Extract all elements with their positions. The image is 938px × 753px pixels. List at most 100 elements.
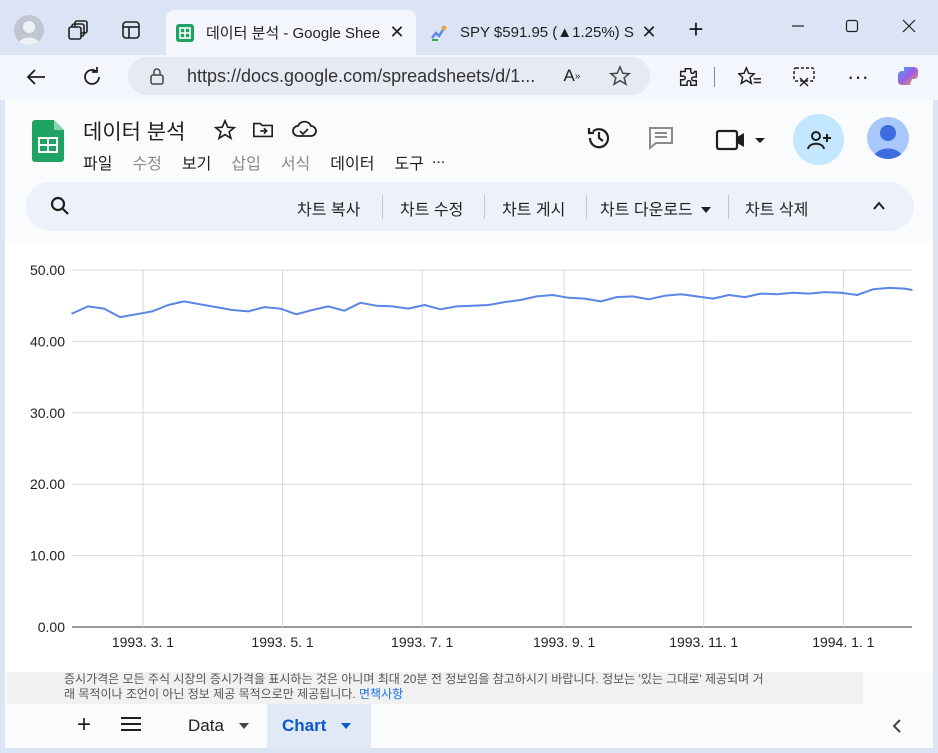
x-tick-label: 1993. 3. 1 — [112, 634, 174, 650]
tab-title: 데이터 분석 - Google Shee — [206, 25, 381, 42]
favorite-star-icon[interactable] — [608, 65, 632, 87]
favorites-icon[interactable] — [736, 63, 764, 91]
star-icon[interactable] — [213, 118, 237, 141]
x-tick-label: 1993. 11. 1 — [669, 634, 738, 650]
extensions-icon[interactable] — [674, 63, 702, 91]
data-point — [87, 305, 89, 308]
data-point — [199, 303, 201, 306]
data-point — [183, 300, 185, 303]
sheets-logo-icon[interactable] — [32, 120, 64, 162]
publish-chart-button[interactable]: 차트 게시 — [502, 196, 565, 220]
dropdown-arrow-icon — [238, 723, 249, 729]
document-title[interactable]: 데이터 분석 — [83, 116, 185, 146]
collapse-chevron-icon[interactable] — [871, 198, 891, 216]
all-sheets-icon[interactable] — [121, 716, 143, 736]
menu-edit[interactable]: 수정 — [132, 150, 161, 174]
add-sheet-icon[interactable]: + — [71, 712, 97, 738]
sheet-tab-chart[interactable]: Chart — [267, 704, 371, 748]
copilot-icon[interactable] — [894, 63, 924, 91]
sheet-tab-label: Data — [188, 716, 224, 735]
read-aloud-icon[interactable]: A» — [560, 65, 584, 87]
new-tab-icon[interactable]: + — [682, 14, 710, 44]
back-icon[interactable] — [20, 61, 52, 93]
close-icon[interactable]: ✕ — [640, 22, 658, 43]
tab-spy[interactable]: SPY $591.95 (▲1.25%) SPD ✕ — [420, 10, 668, 55]
data-point — [680, 293, 682, 296]
toolbar-divider — [382, 195, 383, 219]
data-point — [263, 306, 266, 308]
search-icon[interactable] — [50, 196, 72, 218]
data-point — [872, 288, 874, 291]
add-person-icon — [806, 130, 831, 149]
menu-format[interactable]: 서식 — [281, 150, 310, 174]
data-point — [391, 305, 394, 308]
data-point — [599, 300, 602, 303]
copy-chart-button[interactable]: 차트 복사 — [297, 196, 360, 220]
data-point — [712, 297, 714, 300]
data-point — [471, 304, 474, 307]
cloud-saved-icon[interactable] — [291, 120, 317, 140]
menu-data[interactable]: 데이터 — [330, 150, 374, 174]
close-icon[interactable]: ✕ — [388, 22, 406, 43]
screenshot-icon[interactable] — [790, 63, 818, 91]
data-point — [103, 307, 105, 310]
menu-file[interactable]: 파일 — [83, 150, 112, 174]
data-point — [423, 304, 426, 306]
data-point — [904, 287, 906, 290]
tab-google-sheets[interactable]: 데이터 분석 - Google Shee ✕ — [166, 10, 416, 55]
data-point — [744, 296, 746, 298]
data-point — [647, 298, 650, 301]
data-point — [503, 301, 506, 303]
data-point — [375, 304, 378, 307]
data-point — [279, 307, 282, 310]
disclaimer: 증시가격은 모든 주식 시장의 증시가격을 표시하는 것은 아니며 최대 20분… — [7, 672, 863, 704]
workspaces-icon[interactable] — [66, 17, 92, 43]
data-point — [119, 316, 121, 318]
comments-icon[interactable] — [647, 125, 677, 153]
data-point — [359, 302, 362, 304]
download-chart-button[interactable]: 차트 다운로드 — [600, 196, 712, 220]
menu-view[interactable]: 보기 — [182, 150, 211, 174]
edit-chart-button[interactable]: 차트 수정 — [400, 196, 463, 220]
scroll-left-chevron-icon[interactable] — [890, 718, 908, 736]
delete-chart-button[interactable]: 차트 삭제 — [745, 196, 808, 220]
window-close-icon[interactable] — [895, 12, 923, 40]
lock-icon[interactable] — [148, 67, 166, 85]
data-point — [792, 292, 794, 294]
tab-actions-icon[interactable] — [118, 17, 144, 43]
account-avatar[interactable] — [867, 117, 909, 159]
data-point — [840, 292, 842, 294]
data-point — [551, 294, 554, 296]
maximize-icon[interactable] — [838, 12, 866, 40]
data-point — [343, 309, 346, 312]
y-tick-label: 50.00 — [30, 262, 65, 278]
more-icon[interactable]: ··· — [844, 63, 872, 91]
menu-insert[interactable]: 삽입 — [231, 150, 260, 174]
data-point — [151, 310, 153, 313]
minimize-icon[interactable] — [784, 12, 812, 40]
menu-tools[interactable]: 도구 — [394, 150, 423, 174]
data-point — [696, 295, 698, 298]
url-field[interactable]: https://docs.google.com/spreadsheets/d/1… — [128, 57, 650, 95]
series-line — [71, 286, 913, 319]
menu-more[interactable]: ... — [432, 150, 445, 174]
google-sheets-icon — [176, 23, 194, 42]
sheet-tab-data[interactable]: Data — [170, 704, 265, 748]
version-history-icon[interactable] — [585, 124, 615, 154]
divider-icon — [714, 67, 718, 87]
move-folder-icon[interactable] — [252, 120, 276, 140]
disclaimer-line-1: 증시가격은 모든 주식 시장의 증시가격을 표시하는 것은 아니며 최대 20분… — [64, 672, 764, 686]
data-point — [519, 299, 522, 301]
profile-icon[interactable] — [14, 15, 44, 45]
meet-call-icon[interactable] — [715, 127, 771, 153]
y-tick-label: 30.00 — [30, 405, 65, 421]
stock-chart-icon — [430, 24, 448, 42]
chart-area[interactable]: 0.00 10.00 20.00 30.00 40.00 50.00 1993. 3. 1 1… — [5, 242, 933, 672]
data-point — [760, 292, 762, 295]
disclaimer-link[interactable]: 면책사항 — [359, 687, 403, 701]
data-point — [71, 312, 73, 315]
refresh-icon[interactable] — [76, 61, 108, 93]
dropdown-arrow-icon — [341, 723, 352, 729]
disclaimer-line-2: 래 목적이나 조언이 아닌 정보 제공 목적으로만 제공됩니다. — [64, 687, 356, 701]
share-button[interactable] — [793, 114, 844, 165]
